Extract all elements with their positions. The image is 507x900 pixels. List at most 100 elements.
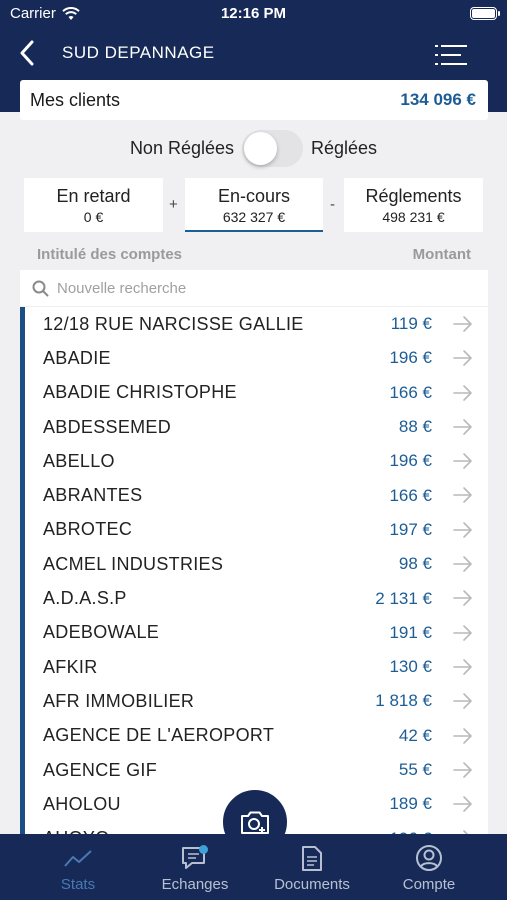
arrow-right-icon[interactable] <box>452 349 474 367</box>
list-menu-icon <box>435 45 467 65</box>
tab-stats-label: Stats <box>60 876 96 893</box>
arrow-right-icon[interactable] <box>452 589 474 607</box>
client-amount: 88 € <box>398 417 432 437</box>
list-item[interactable]: ABADIE 196 € <box>25 341 488 375</box>
client-amount: 130 € <box>389 657 432 677</box>
client-amount: 166 € <box>389 382 432 402</box>
client-name: ABADIE <box>43 347 111 368</box>
tab-exchanges[interactable]: Echanges <box>140 844 250 893</box>
arrow-right-icon[interactable] <box>452 624 474 642</box>
client-amount: 196 € <box>389 451 432 471</box>
arrow-right-icon[interactable] <box>452 486 474 504</box>
client-amount: 55 € <box>398 760 432 779</box>
arrow-right-icon[interactable] <box>452 521 474 539</box>
search-input[interactable] <box>57 279 457 297</box>
document-icon <box>302 845 322 871</box>
list-item[interactable]: ABROTEC 197 € <box>25 513 488 547</box>
toggle-label-unsettled: Non Réglées <box>129 137 234 158</box>
client-amount: 1 818 € <box>375 691 432 711</box>
client-amount: 196 € <box>389 348 432 368</box>
user-circle-icon <box>416 845 442 871</box>
client-amount: 42 € <box>398 725 432 745</box>
client-amount: 189 € <box>389 794 432 814</box>
list-item[interactable]: ADEBOWALE 191 € <box>25 616 488 650</box>
arrow-right-icon[interactable] <box>452 727 474 745</box>
menu-button[interactable] <box>435 42 467 68</box>
total-late-label: En retard <box>56 186 131 206</box>
client-name: ABELLO <box>43 450 115 471</box>
client-name: A.D.A.S.P <box>43 588 127 609</box>
list-item[interactable]: AGENCE DE L'AEROPORT 42 € <box>25 719 488 753</box>
total-current-label: En-cours <box>217 186 291 206</box>
column-header-amount[interactable]: Montant <box>413 246 471 266</box>
total-current-value: 632 327 € <box>222 209 286 225</box>
client-amount: 191 € <box>389 622 432 642</box>
client-name: ADEBOWALE <box>43 622 160 643</box>
client-name: 12/18 RUE NARCISSE GALLIE <box>43 313 304 334</box>
arrow-right-icon[interactable] <box>452 384 474 402</box>
arrow-right-icon[interactable] <box>452 761 474 779</box>
toggle-knob <box>244 131 277 165</box>
list-item[interactable]: AFKIR 130 € <box>25 650 488 684</box>
list-item[interactable]: 12/18 RUE NARCISSE GALLIE 119 € <box>25 307 488 341</box>
client-name: AFR IMMOBILIER <box>43 690 195 711</box>
list-item[interactable]: AGENCE GIF 55 € <box>25 753 488 787</box>
status-time: 12:16 PM <box>220 5 287 22</box>
list-item[interactable]: ABELLO 196 € <box>25 444 488 478</box>
list-item[interactable]: AFR IMMOBILIER 1 818 € <box>25 684 488 718</box>
status-bar: Carrier 12:16 PM <box>0 0 507 28</box>
client-name: AFKIR <box>43 656 98 677</box>
column-headers: Intitulé des comptes Montant <box>37 246 471 266</box>
back-button[interactable] <box>12 38 42 68</box>
tab-documents[interactable]: Documents <box>257 844 367 893</box>
total-current-tab[interactable]: En-cours 632 327 € <box>185 178 323 232</box>
client-name: ABROTEC <box>43 519 133 540</box>
client-name: ABADIE CHRISTOPHE <box>43 382 237 403</box>
list-item[interactable]: A.D.A.S.P 2 131 € <box>25 581 488 615</box>
column-header-accounts[interactable]: Intitulé des comptes <box>37 246 182 266</box>
list-item[interactable]: ABADIE CHRISTOPHE 166 € <box>25 376 488 410</box>
arrow-right-icon[interactable] <box>452 315 474 333</box>
total-payments-tab[interactable]: Réglements 498 231 € <box>344 178 483 232</box>
client-amount: 197 € <box>389 519 432 539</box>
tab-bar: Stats Echanges Documents Compte <box>0 834 507 900</box>
nav-bar: SUD DEPANNAGE <box>0 32 507 76</box>
client-name: ACMEL INDUSTRIES <box>43 553 224 574</box>
toggle-label-settled: Réglées <box>311 137 378 158</box>
client-amount: 98 € <box>398 554 432 574</box>
tab-account-label: Compte <box>402 876 456 893</box>
clients-summary-card: Mes clients 134 096 € <box>20 80 488 120</box>
arrow-right-icon[interactable] <box>452 452 474 470</box>
client-name: ABDESSEMED <box>43 416 172 437</box>
arrow-right-icon[interactable] <box>452 692 474 710</box>
arrow-right-icon[interactable] <box>452 795 474 813</box>
battery-icon <box>470 7 500 20</box>
camera-add-icon <box>241 811 269 834</box>
client-amount: 2 131 € <box>375 588 432 608</box>
trend-chart-icon <box>64 850 92 867</box>
notification-badge <box>199 845 208 854</box>
tab-exchanges-label: Echanges <box>161 876 229 893</box>
totals-bar: En retard 0 € + En-cours 632 327 € - Rég… <box>24 178 483 232</box>
list-item[interactable]: ABDESSEMED 88 € <box>25 410 488 444</box>
client-name: AGENCE DE L'AEROPORT <box>43 725 275 746</box>
summary-value: 134 096 € <box>400 90 476 109</box>
settled-toggle-switch[interactable] <box>242 129 303 167</box>
list-item[interactable]: ACMEL INDUSTRIES 98 € <box>25 547 488 581</box>
arrow-right-icon[interactable] <box>452 658 474 676</box>
minus-sign: - <box>330 196 335 213</box>
tab-account[interactable]: Compte <box>374 844 484 893</box>
total-payments-label: Réglements <box>365 186 462 206</box>
chevron-left-icon <box>20 40 34 66</box>
total-late-tab[interactable]: En retard 0 € <box>24 178 163 232</box>
total-payments-value: 498 231 € <box>382 209 445 225</box>
client-name: ABRANTES <box>43 485 143 506</box>
arrow-right-icon[interactable] <box>452 555 474 573</box>
arrow-right-icon[interactable] <box>452 418 474 436</box>
tab-documents-label: Documents <box>274 876 350 893</box>
summary-label: Mes clients <box>30 89 121 110</box>
plus-sign: + <box>169 196 178 213</box>
client-amount: 166 € <box>389 485 432 505</box>
tab-stats[interactable]: Stats <box>23 844 133 893</box>
list-item[interactable]: ABRANTES 166 € <box>25 478 488 512</box>
